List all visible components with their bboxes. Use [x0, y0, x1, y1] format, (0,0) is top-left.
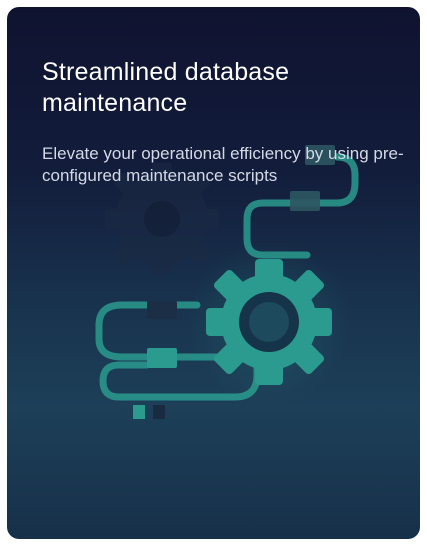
gears-cables-illustration-icon	[95, 145, 359, 419]
feature-card[interactable]: Streamlined database maintenance Elevate…	[7, 7, 420, 539]
teal-gear-icon	[187, 240, 351, 404]
card-description: Elevate your operational efficiency by u…	[42, 144, 404, 185]
